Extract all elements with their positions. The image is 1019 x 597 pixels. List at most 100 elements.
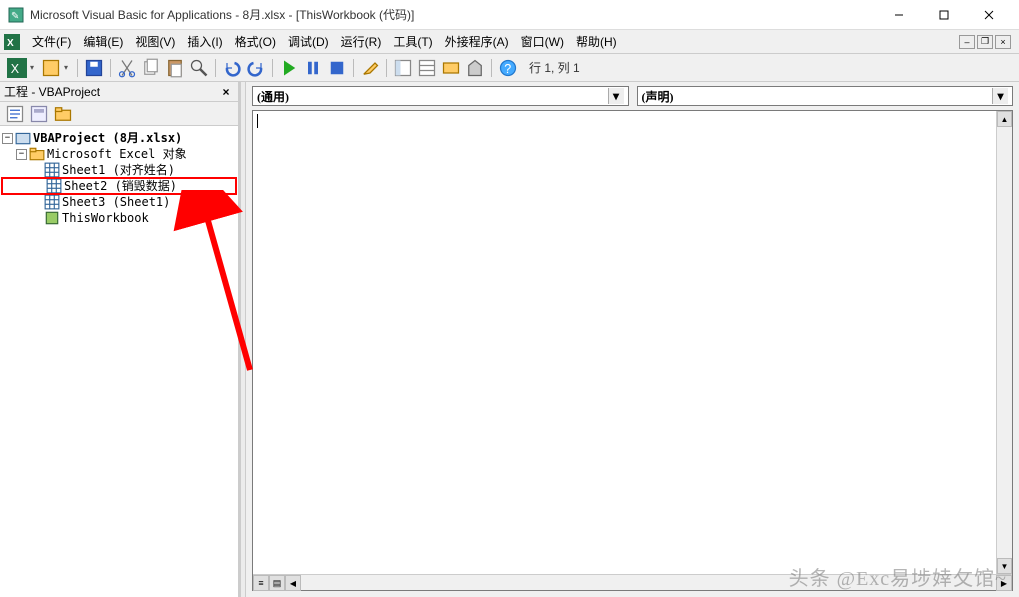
redo-icon[interactable] [245, 57, 267, 79]
svg-text:?: ? [504, 62, 511, 76]
dropdown-icon[interactable]: ▾ [64, 63, 72, 72]
cursor-position: 行 1, 列 1 [529, 59, 580, 76]
separator [353, 59, 354, 77]
collapse-icon[interactable]: − [2, 133, 13, 144]
project-pane-title: 工程 - VBAProject × [0, 82, 238, 102]
menu-file[interactable]: 文件(F) [26, 31, 77, 52]
object-browser-icon[interactable] [440, 57, 462, 79]
properties-icon[interactable] [416, 57, 438, 79]
dropdown-icon[interactable]: ▾ [30, 63, 38, 72]
mdi-restore-button[interactable]: ❐ [977, 35, 993, 49]
project-explorer: 工程 - VBAProject × − VBAProject (8月.xlsx)… [0, 82, 240, 597]
window-title: Microsoft Visual Basic for Applications … [30, 6, 876, 23]
scroll-track[interactable] [997, 127, 1012, 558]
tree-root[interactable]: − VBAProject (8月.xlsx) [2, 130, 236, 146]
project-tree[interactable]: − VBAProject (8月.xlsx) − Microsoft Excel… [0, 126, 238, 597]
design-mode-icon[interactable] [359, 57, 381, 79]
svg-text:X: X [7, 38, 14, 49]
svg-text:X: X [11, 62, 20, 76]
collapse-icon[interactable]: − [16, 149, 27, 160]
menu-view[interactable]: 视图(V) [129, 31, 181, 52]
tree-sheet2-highlighted[interactable]: Sheet2 (销毁数据) [2, 178, 236, 194]
menu-help[interactable]: 帮助(H) [570, 31, 623, 52]
insert-module-icon[interactable] [40, 57, 62, 79]
menu-window[interactable]: 窗口(W) [515, 31, 570, 52]
code-pane: (通用) ▾ (声明) ▾ ▲ ▼ ≡ ▤ ◀ ▶ [246, 82, 1019, 597]
scroll-up-icon[interactable]: ▲ [997, 111, 1012, 127]
separator [215, 59, 216, 77]
project-pane-toolbar [0, 102, 238, 126]
app-icon: ✎ [8, 7, 24, 23]
scroll-left-icon[interactable]: ◀ [285, 575, 301, 591]
project-explorer-icon[interactable] [392, 57, 414, 79]
menu-run[interactable]: 运行(R) [335, 31, 388, 52]
tree-thisworkbook[interactable]: ThisWorkbook [2, 210, 236, 226]
text-caret [257, 114, 258, 128]
procedure-combo[interactable]: (声明) ▾ [637, 86, 1014, 106]
menu-edit[interactable]: 编辑(E) [77, 31, 129, 52]
chevron-down-icon[interactable]: ▾ [992, 88, 1008, 104]
code-editor-frame: ▲ ▼ ≡ ▤ ◀ ▶ [252, 110, 1013, 591]
find-icon[interactable] [188, 57, 210, 79]
toggle-folders-icon[interactable] [52, 103, 74, 125]
code-combo-row: (通用) ▾ (声明) ▾ [246, 82, 1019, 108]
run-icon[interactable] [278, 57, 300, 79]
vertical-scrollbar[interactable]: ▲ ▼ [996, 111, 1012, 574]
full-module-view-icon[interactable]: ▤ [269, 575, 285, 591]
menu-addins[interactable]: 外接程序(A) [439, 31, 515, 52]
view-code-icon[interactable] [4, 103, 26, 125]
maximize-button[interactable] [921, 1, 966, 29]
menubar: X 文件(F) 编辑(E) 视图(V) 插入(I) 格式(O) 调试(D) 运行… [0, 30, 1019, 54]
separator [272, 59, 273, 77]
chevron-down-icon[interactable]: ▾ [608, 88, 624, 104]
titlebar: ✎ Microsoft Visual Basic for Application… [0, 0, 1019, 30]
save-icon[interactable] [83, 57, 105, 79]
folder-icon [29, 147, 45, 161]
worksheet-icon [44, 163, 60, 177]
scroll-track[interactable] [301, 575, 996, 590]
separator [110, 59, 111, 77]
workbook-icon [44, 211, 60, 225]
horizontal-scrollbar[interactable]: ≡ ▤ ◀ ▶ [253, 574, 1012, 590]
main-area: 工程 - VBAProject × − VBAProject (8月.xlsx)… [0, 82, 1019, 597]
tree-folder[interactable]: − Microsoft Excel 对象 [2, 146, 236, 162]
undo-icon[interactable] [221, 57, 243, 79]
menu-debug[interactable]: 调试(D) [282, 31, 335, 52]
code-editor[interactable] [253, 111, 1012, 590]
reset-icon[interactable] [326, 57, 348, 79]
worksheet-icon [46, 179, 62, 193]
menu-insert[interactable]: 插入(I) [181, 31, 228, 52]
menu-format[interactable]: 格式(O) [229, 31, 282, 52]
menu-tools[interactable]: 工具(T) [387, 31, 438, 52]
tree-sheet1[interactable]: Sheet1 (对齐姓名) [2, 162, 236, 178]
close-button[interactable] [966, 1, 1011, 29]
project-pane-title-text: 工程 - VBAProject [4, 83, 218, 100]
separator [491, 59, 492, 77]
mdi-controls: – ❐ × [959, 35, 1015, 49]
project-icon [15, 131, 31, 145]
window-controls [876, 1, 1011, 29]
minimize-button[interactable] [876, 1, 921, 29]
copy-icon[interactable] [140, 57, 162, 79]
view-excel-icon[interactable]: X [6, 57, 28, 79]
toolbox-icon[interactable] [464, 57, 486, 79]
svg-text:✎: ✎ [11, 11, 19, 22]
break-icon[interactable] [302, 57, 324, 79]
separator [77, 59, 78, 77]
tree-sheet3[interactable]: Sheet3 (Sheet1) [2, 194, 236, 210]
pane-close-button[interactable]: × [218, 84, 234, 100]
procedure-view-icon[interactable]: ≡ [253, 575, 269, 591]
view-object-icon[interactable] [28, 103, 50, 125]
mdi-minimize-button[interactable]: – [959, 35, 975, 49]
excel-icon[interactable]: X [4, 34, 20, 50]
object-combo[interactable]: (通用) ▾ [252, 86, 629, 106]
toolbar: X ▾ ▾ ? 行 1, 列 1 [0, 54, 1019, 82]
separator [386, 59, 387, 77]
scroll-down-icon[interactable]: ▼ [997, 558, 1012, 574]
help-icon[interactable]: ? [497, 57, 519, 79]
mdi-close-button[interactable]: × [995, 35, 1011, 49]
worksheet-icon [44, 195, 60, 209]
paste-icon[interactable] [164, 57, 186, 79]
scroll-right-icon[interactable]: ▶ [996, 575, 1012, 591]
cut-icon[interactable] [116, 57, 138, 79]
